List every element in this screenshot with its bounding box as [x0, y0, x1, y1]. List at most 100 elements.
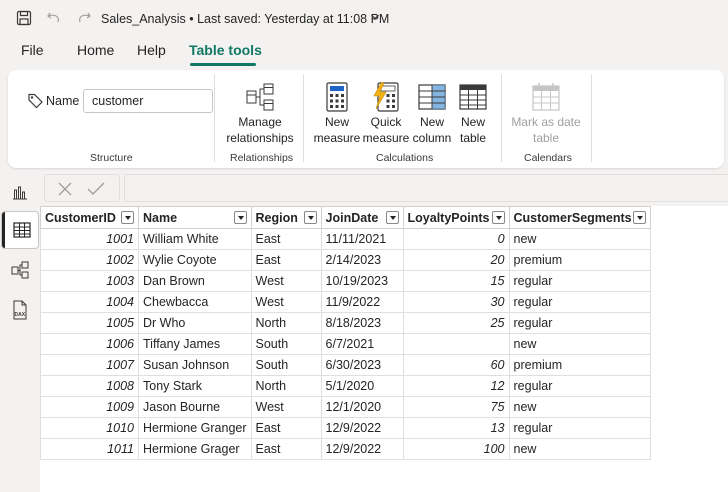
menu-file[interactable]: File: [21, 42, 44, 58]
table-cell[interactable]: South: [250, 354, 322, 376]
table-cell[interactable]: 1002: [40, 249, 139, 271]
table-view-button[interactable]: [2, 212, 38, 248]
table-cell[interactable]: 1006: [40, 333, 139, 355]
table-cell[interactable]: Tony Stark: [138, 375, 252, 397]
undo-icon[interactable]: [46, 10, 62, 26]
column-header[interactable]: JoinDate: [320, 206, 404, 229]
table-row[interactable]: 1011 Hermione Grager East 12/9/2022 100 new: [40, 438, 651, 460]
dax-query-view-button[interactable]: DAX: [2, 292, 38, 328]
table-cell[interactable]: regular: [508, 417, 651, 439]
table-cell[interactable]: [402, 333, 510, 355]
table-row[interactable]: 1009 Jason Bourne West 12/1/2020 75 new: [40, 396, 651, 418]
table-cell[interactable]: Dan Brown: [138, 270, 252, 292]
table-cell[interactable]: 1001: [40, 228, 139, 250]
table-cell[interactable]: 12/1/2020: [320, 396, 404, 418]
commit-check-icon[interactable]: [87, 181, 105, 197]
column-header[interactable]: Name: [138, 206, 252, 229]
table-cell[interactable]: 1010: [40, 417, 139, 439]
table-cell[interactable]: 12/9/2022: [320, 438, 404, 460]
redo-icon[interactable]: [76, 10, 92, 26]
new-measure-button[interactable]: New measure: [313, 78, 361, 146]
table-cell[interactable]: 5/1/2020: [320, 375, 404, 397]
filter-dropdown-icon[interactable]: [491, 211, 505, 224]
table-cell[interactable]: 6/7/2021: [320, 333, 404, 355]
filter-dropdown-icon[interactable]: [233, 211, 247, 224]
manage-relationships-button[interactable]: Manage relationships: [224, 78, 296, 146]
table-cell[interactable]: 2/14/2023: [320, 249, 404, 271]
table-cell[interactable]: 60: [402, 354, 510, 376]
table-cell[interactable]: Tiffany James: [138, 333, 252, 355]
table-cell[interactable]: William White: [138, 228, 252, 250]
table-cell[interactable]: East: [250, 438, 322, 460]
save-icon[interactable]: [16, 10, 32, 26]
menu-table-tools[interactable]: Table tools: [189, 42, 262, 58]
table-cell[interactable]: new: [508, 396, 651, 418]
table-cell[interactable]: 25: [402, 312, 510, 334]
filter-dropdown-icon[interactable]: [303, 211, 317, 224]
filter-dropdown-icon[interactable]: [632, 211, 646, 224]
table-cell[interactable]: regular: [508, 375, 651, 397]
chevron-down-icon[interactable]: [370, 12, 380, 22]
quick-measure-button[interactable]: Quick measure: [362, 78, 410, 146]
table-row[interactable]: 1006 Tiffany James South 6/7/2021 new: [40, 333, 651, 355]
new-table-button[interactable]: New table: [456, 78, 490, 146]
table-cell[interactable]: West: [250, 270, 322, 292]
table-cell[interactable]: 13: [402, 417, 510, 439]
table-row[interactable]: 1007 Susan Johnson South 6/30/2023 60 premium: [40, 354, 651, 376]
table-cell[interactable]: 11/9/2022: [320, 291, 404, 313]
table-cell[interactable]: 8/18/2023: [320, 312, 404, 334]
new-column-button[interactable]: New column: [410, 78, 454, 146]
table-name-input[interactable]: [83, 89, 213, 113]
table-cell[interactable]: 0: [402, 228, 510, 250]
table-cell[interactable]: 12: [402, 375, 510, 397]
table-cell[interactable]: premium: [508, 354, 651, 376]
column-header[interactable]: LoyaltyPoints: [402, 206, 510, 229]
model-view-button[interactable]: [2, 252, 38, 288]
table-cell[interactable]: 1004: [40, 291, 139, 313]
table-row[interactable]: 1005 Dr Who North 8/18/2023 25 regular: [40, 312, 651, 334]
table-cell[interactable]: Jason Bourne: [138, 396, 252, 418]
mark-as-date-table-button[interactable]: Mark as date table: [508, 78, 584, 146]
table-cell[interactable]: Chewbacca: [138, 291, 252, 313]
table-cell[interactable]: 1005: [40, 312, 139, 334]
table-cell[interactable]: 10/19/2023: [320, 270, 404, 292]
table-cell[interactable]: 1007: [40, 354, 139, 376]
column-header[interactable]: CustomerID: [40, 206, 139, 229]
report-view-button[interactable]: [2, 174, 38, 210]
table-cell[interactable]: regular: [508, 291, 651, 313]
table-cell[interactable]: regular: [508, 312, 651, 334]
table-cell[interactable]: Hermione Grager: [138, 438, 252, 460]
table-cell[interactable]: South: [250, 333, 322, 355]
table-cell[interactable]: West: [250, 396, 322, 418]
cancel-icon[interactable]: [57, 181, 73, 197]
table-cell[interactable]: 6/30/2023: [320, 354, 404, 376]
table-cell[interactable]: regular: [508, 270, 651, 292]
table-cell[interactable]: East: [250, 417, 322, 439]
table-row[interactable]: 1001 William White East 11/11/2021 0 new: [40, 228, 651, 250]
table-cell[interactable]: 30: [402, 291, 510, 313]
table-cell[interactable]: 1011: [40, 438, 139, 460]
table-cell[interactable]: North: [250, 375, 322, 397]
table-cell[interactable]: 100: [402, 438, 510, 460]
table-cell[interactable]: West: [250, 291, 322, 313]
table-row[interactable]: 1010 Hermione Granger East 12/9/2022 13 regul…: [40, 417, 651, 439]
table-cell[interactable]: 15: [402, 270, 510, 292]
table-cell[interactable]: East: [250, 249, 322, 271]
menu-help[interactable]: Help: [137, 42, 166, 58]
filter-dropdown-icon[interactable]: [121, 211, 134, 224]
table-cell[interactable]: Hermione Granger: [138, 417, 252, 439]
table-cell[interactable]: premium: [508, 249, 651, 271]
table-cell[interactable]: new: [508, 228, 651, 250]
table-cell[interactable]: new: [508, 438, 651, 460]
filter-dropdown-icon[interactable]: [385, 211, 399, 224]
table-cell[interactable]: 75: [402, 396, 510, 418]
table-row[interactable]: 1004 Chewbacca West 11/9/2022 30 regular: [40, 291, 651, 313]
column-header[interactable]: CustomerSegments: [508, 206, 651, 229]
table-cell[interactable]: 20: [402, 249, 510, 271]
table-cell[interactable]: 11/11/2021: [320, 228, 404, 250]
table-row[interactable]: 1002 Wylie Coyote East 2/14/2023 20 premium: [40, 249, 651, 271]
table-cell[interactable]: new: [508, 333, 651, 355]
table-cell[interactable]: East: [250, 228, 322, 250]
table-cell[interactable]: 1003: [40, 270, 139, 292]
table-cell[interactable]: Dr Who: [138, 312, 252, 334]
